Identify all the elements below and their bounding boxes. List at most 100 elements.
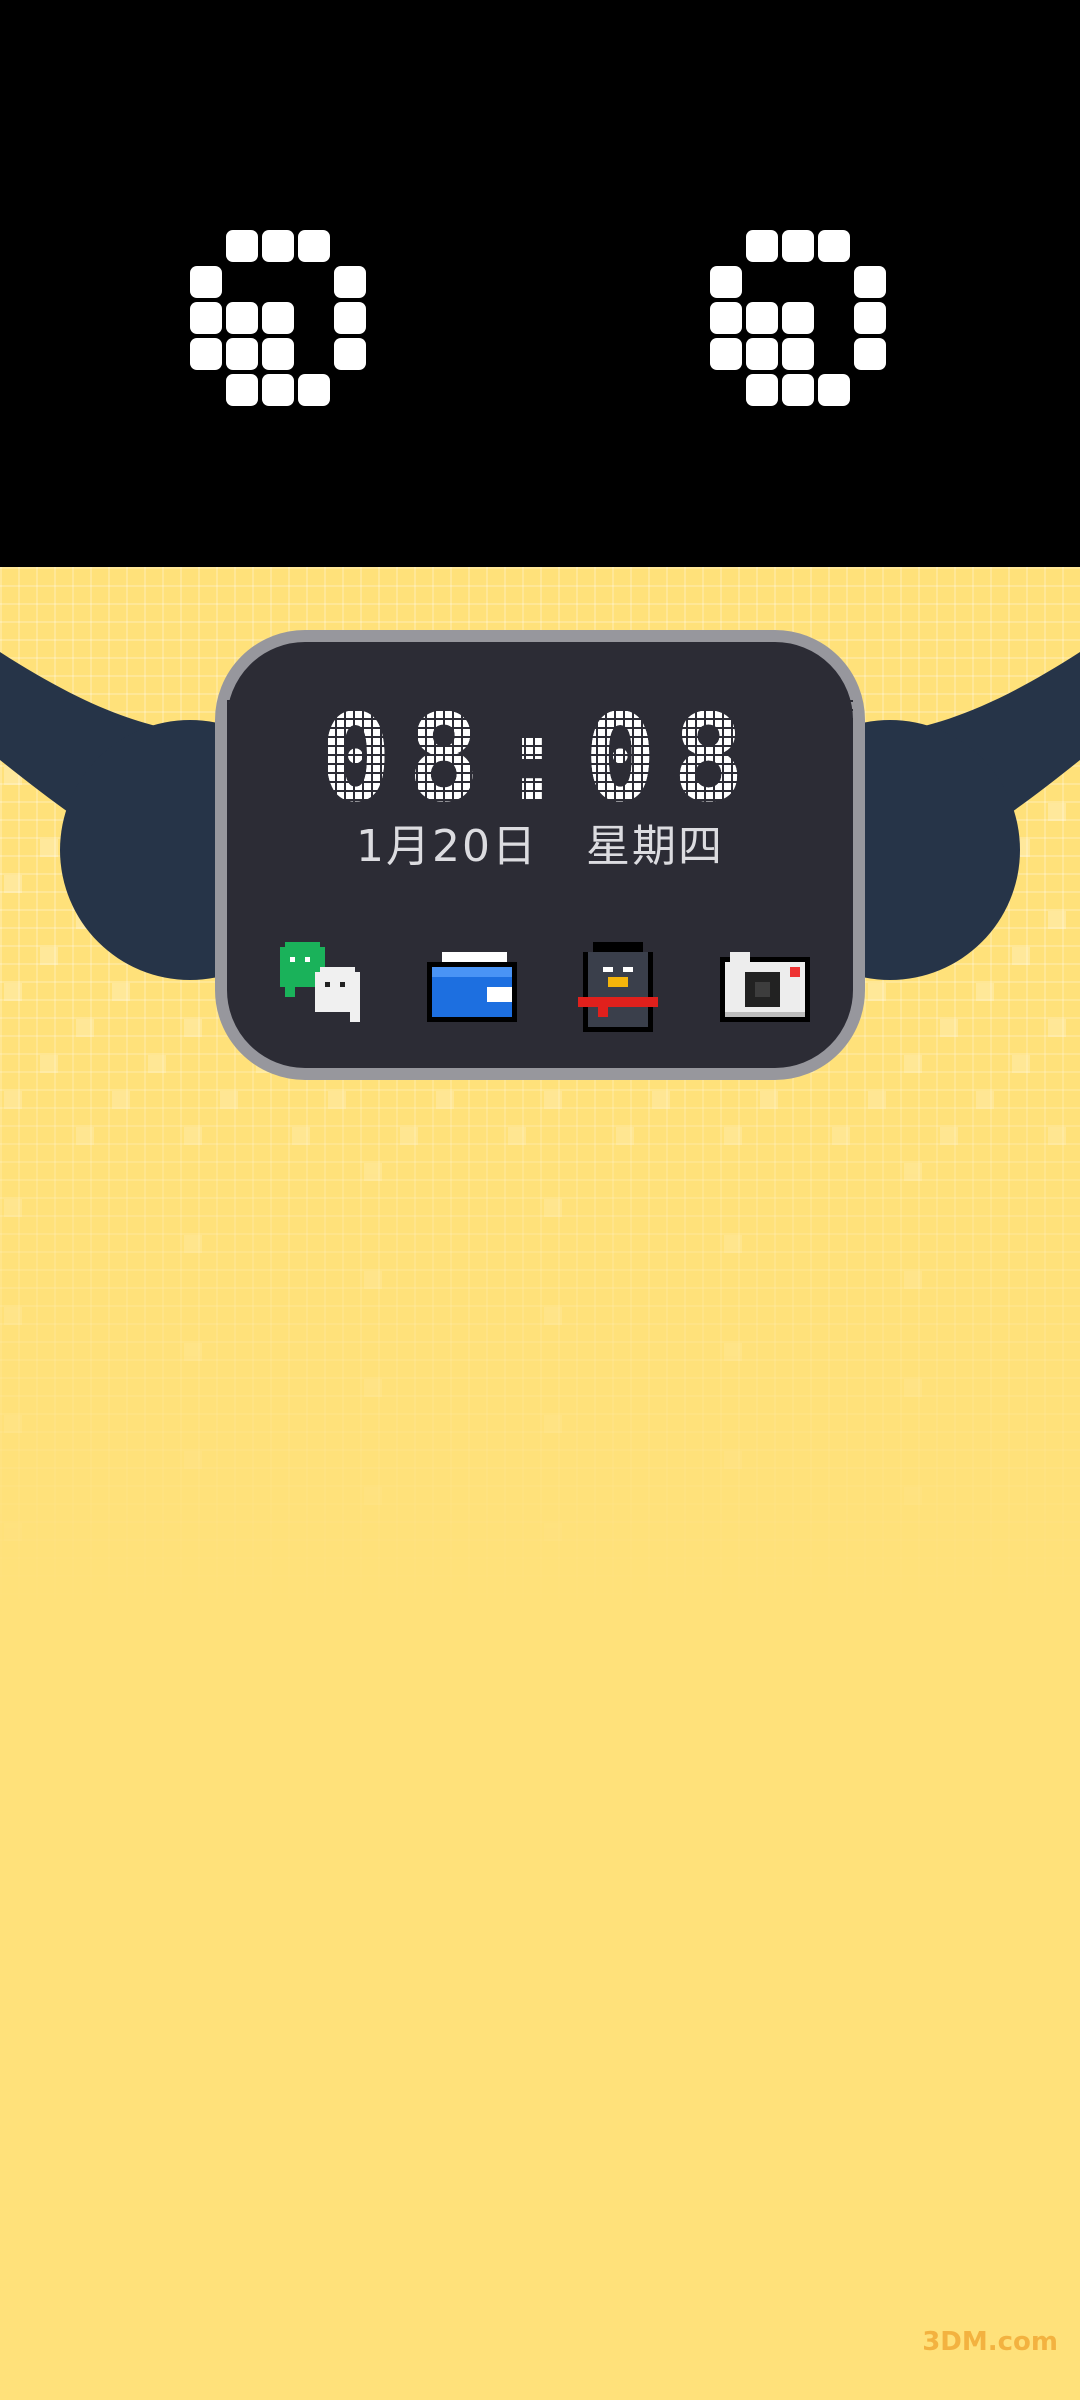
eye-pixel	[746, 374, 778, 406]
background-pixel	[184, 1235, 202, 1253]
eye-pixel	[710, 302, 742, 334]
eye-pixel	[334, 266, 366, 298]
clock-time: 08:08	[319, 690, 761, 829]
date-row: 1月20日 星期四	[227, 817, 853, 877]
background-pixel	[184, 1451, 202, 1469]
background-pixel	[1048, 1019, 1066, 1037]
background-pixel	[544, 1199, 562, 1217]
background-pixel	[4, 1415, 22, 1433]
background-pixel	[904, 1163, 922, 1181]
background-pixel	[976, 1091, 994, 1109]
background-pixel	[184, 1019, 202, 1037]
background-pixel	[364, 1487, 382, 1505]
eye-pixel	[334, 302, 366, 334]
camera-app-button[interactable]	[715, 937, 815, 1037]
background-pixel	[364, 1271, 382, 1289]
background-pixel	[940, 1127, 958, 1145]
background-pixel	[400, 1127, 418, 1145]
date-day: 1月20日	[356, 821, 538, 872]
background-pixel	[364, 1163, 382, 1181]
eye-pixel	[782, 230, 814, 262]
background-pixel	[544, 1307, 562, 1325]
eye-pixel	[226, 230, 258, 262]
qq-penguin-icon	[578, 942, 659, 1032]
eye-pixel	[298, 374, 330, 406]
app-dock	[275, 932, 815, 1042]
background-pixel	[76, 1127, 94, 1145]
eye-pixel	[190, 266, 222, 298]
background-pixel	[4, 1307, 22, 1325]
right-pixel-eye	[710, 230, 890, 410]
eye-pixel	[746, 230, 778, 262]
eye-pixel	[190, 302, 222, 334]
eye-pixel	[818, 374, 850, 406]
background-pixel	[508, 1127, 526, 1145]
eye-pixel	[854, 338, 886, 370]
background-pixel	[904, 1055, 922, 1073]
background-pixel	[184, 1343, 202, 1361]
eye-pixel	[226, 338, 258, 370]
background-pixel	[292, 1127, 310, 1145]
eye-pixel	[782, 302, 814, 334]
background-pixel	[904, 1379, 922, 1397]
background-pixel	[616, 1127, 634, 1145]
background-pixel	[904, 1271, 922, 1289]
camera-icon	[719, 952, 810, 1022]
eye-pixel	[298, 230, 330, 262]
eye-pixel	[854, 266, 886, 298]
background-pixel	[760, 1091, 778, 1109]
top-eyes-band	[0, 0, 1080, 567]
background-pixel	[4, 1199, 22, 1217]
eye-pixel	[854, 302, 886, 334]
background-pixel	[148, 1055, 166, 1073]
background-pixel	[904, 1487, 922, 1505]
background-pixel	[184, 1127, 202, 1145]
background-pixel	[724, 1343, 742, 1361]
background-pixel	[544, 1091, 562, 1109]
background-pixel	[4, 1523, 22, 1541]
background-pixel	[1048, 1127, 1066, 1145]
wechat-app-button[interactable]	[275, 937, 375, 1037]
background-pixel	[40, 1055, 58, 1073]
watermark-logo: 3DM.com	[922, 2327, 1058, 2357]
eye-pixel	[818, 230, 850, 262]
wallet-app-button[interactable]	[422, 937, 522, 1037]
date-weekday: 星期四	[585, 821, 724, 872]
eye-pixel	[262, 374, 294, 406]
eye-pixel	[262, 302, 294, 334]
background-pixel	[4, 1091, 22, 1109]
eye-pixel	[746, 302, 778, 334]
clock-widget[interactable]: 08:08 1月20日 星期四	[215, 630, 865, 1080]
background-pixel	[364, 1379, 382, 1397]
eye-pixel	[334, 338, 366, 370]
wallet-icon	[426, 952, 517, 1022]
background-pixel	[544, 1415, 562, 1433]
eye-pixel	[710, 266, 742, 298]
background-pixel	[652, 1091, 670, 1109]
eye-pixel	[782, 374, 814, 406]
background-pixel	[868, 1091, 886, 1109]
eye-pixel	[782, 338, 814, 370]
background-pixel	[1012, 1055, 1030, 1073]
background-pixel	[436, 1091, 454, 1109]
background-pixel	[112, 1091, 130, 1109]
eye-pixel	[262, 230, 294, 262]
wechat-icon	[280, 942, 360, 1022]
background-pixel	[724, 1127, 742, 1145]
background-pixel	[76, 1019, 94, 1037]
eye-pixel	[226, 374, 258, 406]
background-pixel	[832, 1127, 850, 1145]
background-pixel	[544, 1523, 562, 1541]
eye-pixel	[262, 338, 294, 370]
qq-app-button[interactable]	[568, 937, 668, 1037]
eye-pixel	[746, 338, 778, 370]
background-pixel	[724, 1235, 742, 1253]
left-pixel-eye	[190, 230, 370, 410]
background-pixel	[220, 1091, 238, 1109]
background-pixel	[940, 1019, 958, 1037]
eye-pixel	[190, 338, 222, 370]
background-pixel	[328, 1091, 346, 1109]
eye-pixel	[710, 338, 742, 370]
background-pixel	[724, 1451, 742, 1469]
eye-pixel	[226, 302, 258, 334]
